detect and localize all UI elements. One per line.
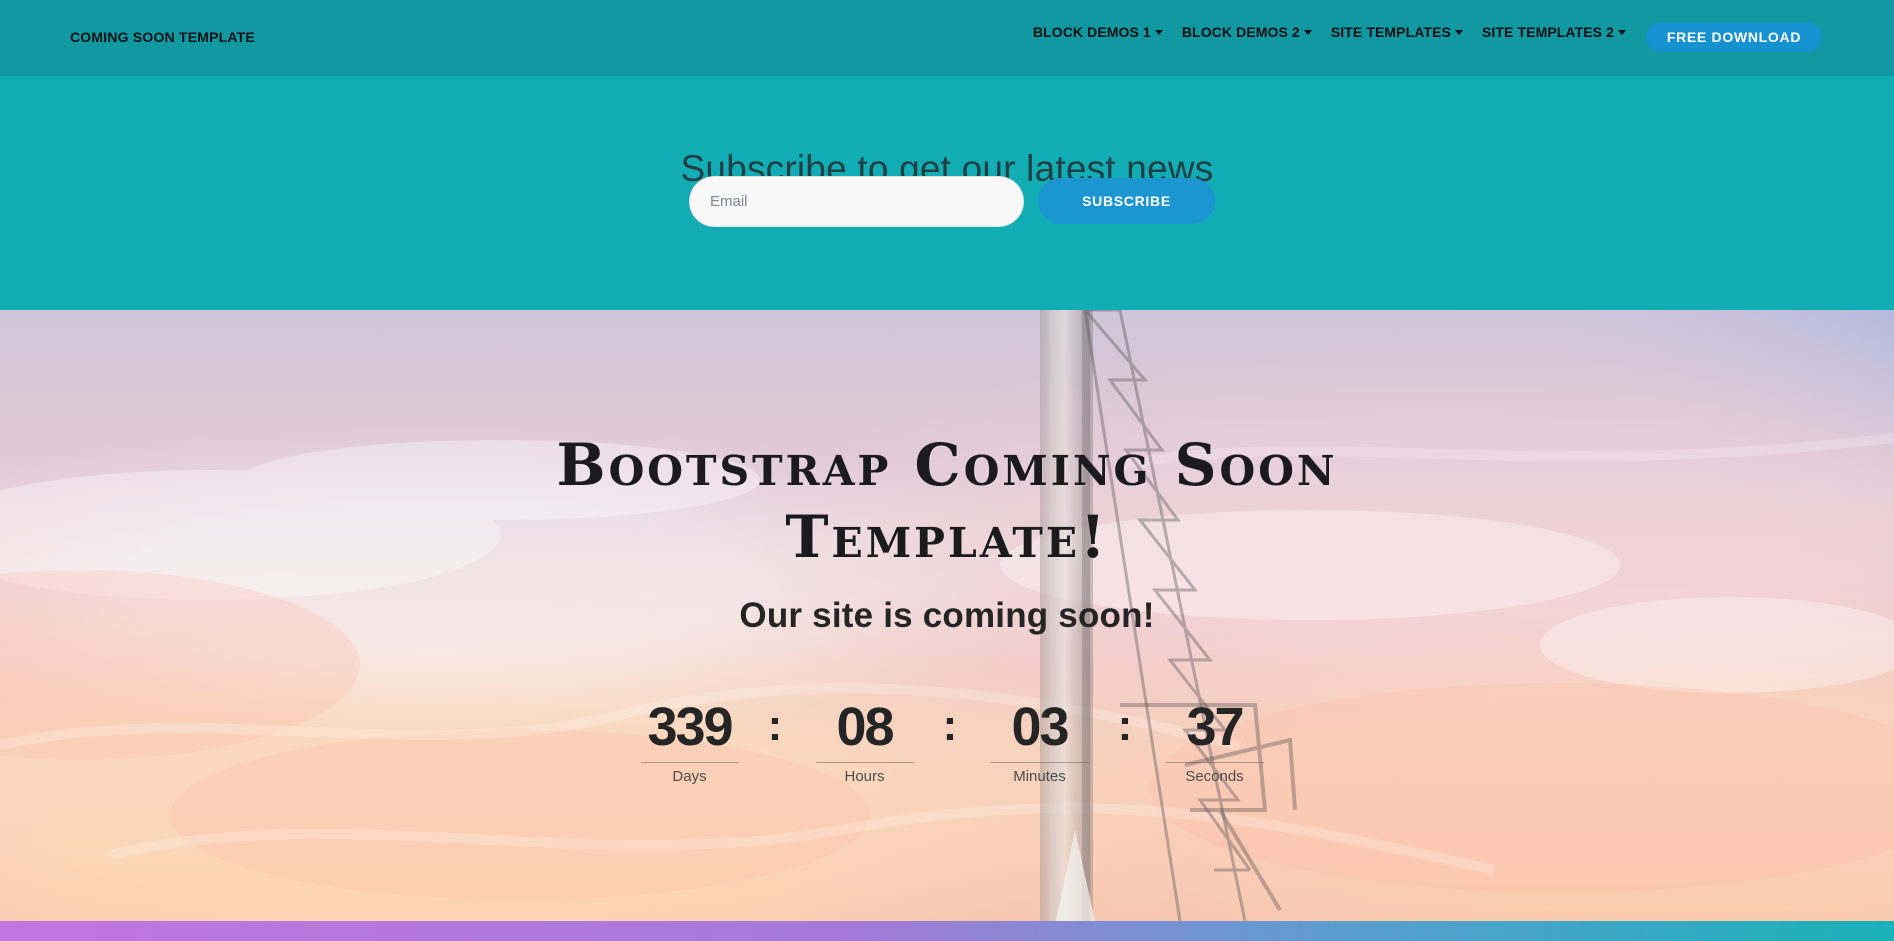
countdown-minutes: 03 Minutes [988, 696, 1091, 786]
countdown-hours-value: 08 [836, 697, 894, 757]
countdown-separator: : [942, 701, 958, 750]
countdown-minutes-label: Minutes [1013, 768, 1066, 785]
coming-soon-page: COMING SOON TEMPLATE BLOCK DEMOS 1 BLOCK… [0, 0, 1894, 941]
nav-item-block-demos-1[interactable]: BLOCK DEMOS 1 [1033, 24, 1163, 40]
free-download-button[interactable]: FREE DOWNLOAD [1646, 22, 1822, 52]
nav-item-site-templates-2[interactable]: SITE TEMPLATES 2 [1482, 24, 1626, 40]
countdown-timer: 339 Days : 08 Hours : 03 Minutes : 37 Se… [638, 696, 1264, 796]
chevron-down-icon [1154, 30, 1163, 35]
subscribe-button[interactable]: SUBSCRIBE [1038, 178, 1215, 224]
nav-item-block-demos-2[interactable]: BLOCK DEMOS 2 [1182, 24, 1312, 40]
top-navigation-bar: COMING SOON TEMPLATE BLOCK DEMOS 1 BLOCK… [0, 0, 1894, 76]
countdown-divider [1165, 762, 1264, 763]
countdown-days: 339 Days [638, 696, 741, 786]
brand-link[interactable]: COMING SOON TEMPLATE [70, 29, 255, 45]
countdown-divider [640, 762, 739, 763]
countdown-separator: : [767, 701, 783, 750]
hero-subtitle: Our site is coming soon! [739, 596, 1155, 635]
chevron-down-icon [1303, 30, 1312, 35]
subscribe-section: Subscribe to get our latest news SUBSCRI… [0, 76, 1894, 310]
main-navigation: BLOCK DEMOS 1 BLOCK DEMOS 2 SITE TEMPLAT… [1033, 24, 1626, 40]
countdown-hours-label: Hours [844, 768, 885, 785]
countdown-divider [815, 762, 914, 763]
chevron-down-icon [1618, 30, 1626, 35]
nav-item-label: SITE TEMPLATES 2 [1481, 24, 1614, 40]
bottom-gradient-strip [0, 921, 1894, 941]
hero-section: Bootstrap Coming Soon Template! Our site… [0, 310, 1894, 921]
nav-item-site-templates[interactable]: SITE TEMPLATES [1331, 24, 1463, 40]
countdown-hours: 08 Hours [813, 696, 916, 786]
email-field[interactable] [689, 176, 1024, 227]
chevron-down-icon [1454, 30, 1463, 35]
countdown-minutes-value: 03 [1011, 697, 1069, 757]
countdown-days-label: Days [672, 768, 707, 785]
countdown-divider [990, 762, 1089, 763]
countdown-separator: : [1117, 701, 1133, 750]
hero-title: Bootstrap Coming Soon Template! [556, 431, 1338, 571]
nav-item-label: BLOCK DEMOS 1 [1032, 24, 1151, 40]
countdown-seconds: 37 Seconds [1163, 696, 1266, 786]
nav-item-label: SITE TEMPLATES [1330, 24, 1451, 40]
countdown-seconds-value: 37 [1186, 697, 1244, 757]
countdown-seconds-label: Seconds [1185, 768, 1244, 785]
countdown-days-value: 339 [647, 697, 733, 757]
nav-item-label: BLOCK DEMOS 2 [1181, 24, 1300, 40]
